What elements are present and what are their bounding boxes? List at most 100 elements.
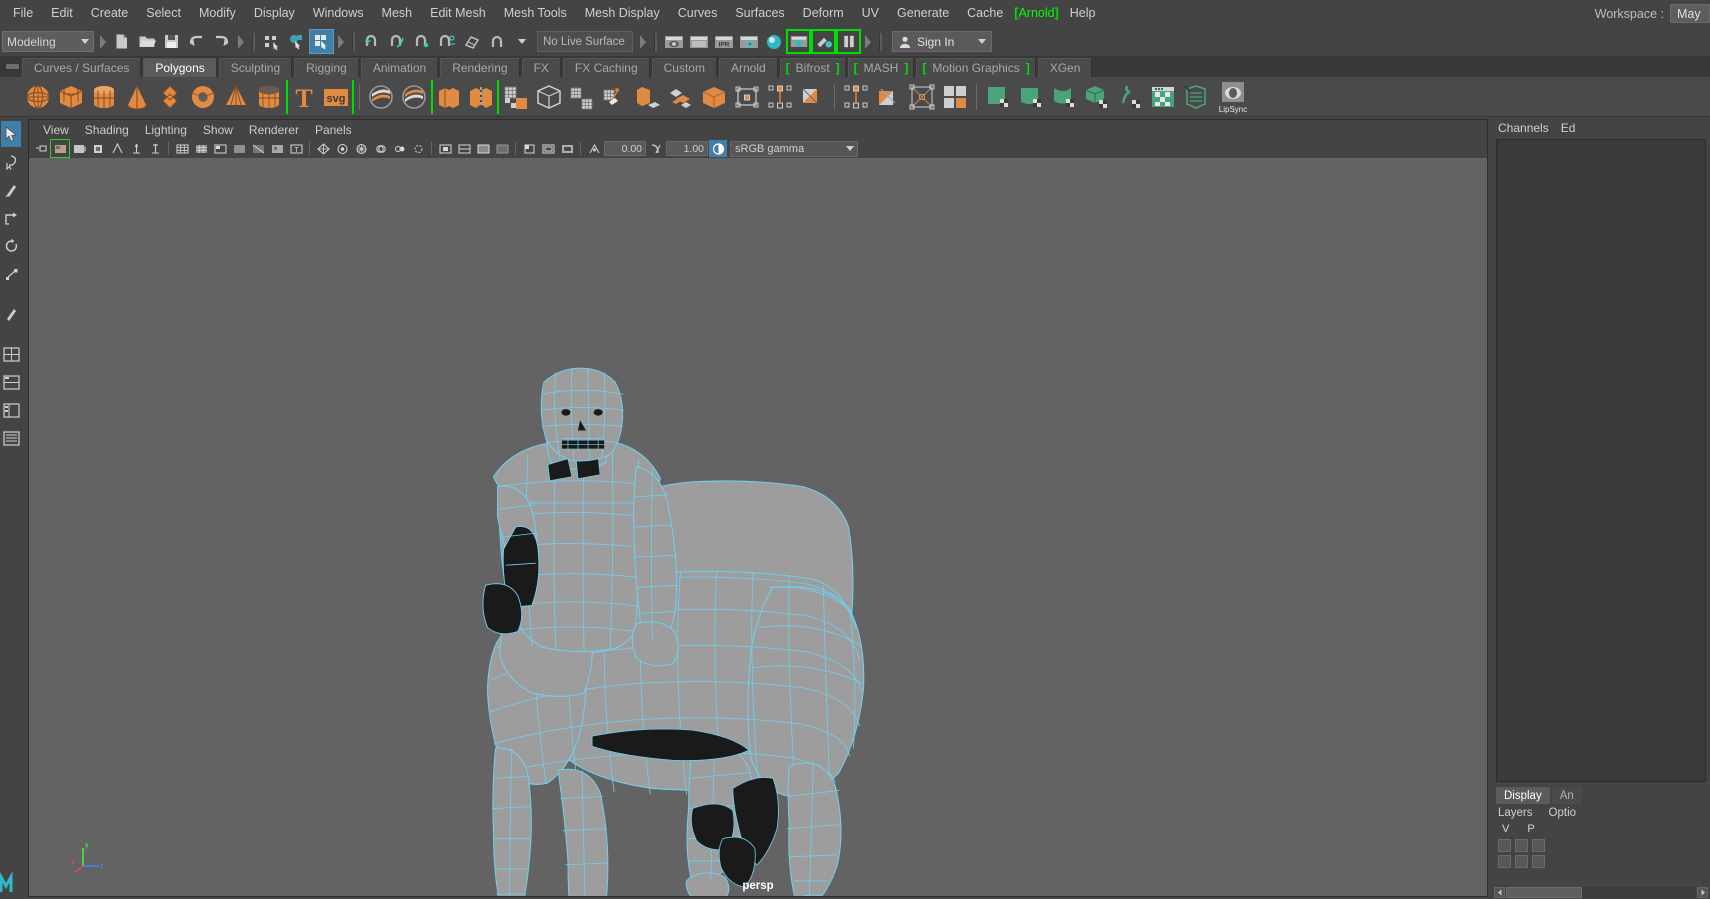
crease-icon[interactable]	[840, 80, 872, 114]
smooth-shade-all-icon[interactable]	[192, 140, 210, 157]
toolbar-collapse-arrow-5[interactable]	[861, 31, 874, 53]
lighting-icon[interactable]: T	[287, 140, 305, 157]
toolbar-collapse-arrow-2[interactable]	[234, 31, 247, 53]
redo-icon[interactable]	[209, 29, 234, 54]
viewport-menu-lighting[interactable]: Lighting	[137, 123, 195, 137]
menu-display[interactable]: Display	[245, 3, 304, 24]
menu-cache[interactable]: Cache	[958, 3, 1012, 24]
poly-svg-icon[interactable]: svg	[320, 80, 352, 114]
menu-uv[interactable]: UV	[853, 3, 888, 24]
shelf-tab-polygons[interactable]: Polygons	[143, 58, 217, 77]
menu-edit[interactable]: Edit	[42, 3, 82, 24]
poly-sphere-icon[interactable]	[22, 80, 54, 114]
tab-anim-layers[interactable]: An	[1551, 787, 1582, 804]
render-view-icon[interactable]	[661, 29, 686, 54]
new-scene-icon[interactable]	[109, 29, 134, 54]
layer-type-toggle[interactable]	[1532, 839, 1545, 852]
bevel-icon[interactable]	[665, 80, 697, 114]
shelf-tab-rendering[interactable]: Rendering	[440, 58, 520, 77]
poly-cylinder-icon[interactable]	[88, 80, 120, 114]
layer-row[interactable]	[1498, 855, 1710, 868]
uv-spherical-icon[interactable]	[1048, 80, 1080, 114]
quad-draw-icon[interactable]	[566, 80, 598, 114]
motion-blur-icon[interactable]	[352, 140, 370, 157]
snap-options-chevron-icon[interactable]	[509, 29, 534, 54]
lasso-tool-button[interactable]	[1, 149, 21, 175]
flat-shade-icon[interactable]	[230, 140, 248, 157]
menu-create[interactable]: Create	[82, 3, 138, 24]
shelf-tab-fx-caching[interactable]: FX Caching	[562, 58, 650, 77]
ipr-render-icon[interactable]: IPR	[711, 29, 736, 54]
scroll-left-arrow[interactable]	[1494, 886, 1505, 898]
gamma-field[interactable]: 1.00	[666, 141, 708, 156]
smooth-icon[interactable]	[500, 80, 532, 114]
menu-mesh-display[interactable]: Mesh Display	[576, 3, 669, 24]
viewport-menu-show[interactable]: Show	[195, 123, 241, 137]
detach-icon[interactable]	[873, 80, 905, 114]
wireframe-icon[interactable]	[173, 140, 191, 157]
layer-playback-toggle[interactable]	[1515, 839, 1528, 852]
menu-generate[interactable]: Generate	[888, 3, 958, 24]
poly-cube-icon[interactable]	[55, 80, 87, 114]
xray-shaded-icon[interactable]	[474, 140, 492, 157]
view-cube-icon[interactable]	[520, 140, 538, 157]
channel-box-content[interactable]	[1496, 139, 1706, 782]
multi-cut-tool-icon[interactable]	[906, 80, 938, 114]
menu-file[interactable]: File	[4, 3, 42, 24]
smooth-wire-icon[interactable]	[493, 140, 511, 157]
layer-horizontal-scrollbar[interactable]	[1492, 885, 1710, 899]
uv-cylindrical-icon[interactable]	[1015, 80, 1047, 114]
exposure-field[interactable]: 0.00	[604, 141, 646, 156]
tab-channels[interactable]: Channels	[1498, 121, 1549, 135]
open-scene-icon[interactable]	[134, 29, 159, 54]
boolean-union-icon[interactable]	[365, 80, 397, 114]
texture-icon[interactable]	[268, 140, 286, 157]
resolution-gate-icon[interactable]	[146, 140, 164, 157]
move-tool-button[interactable]	[1, 205, 21, 231]
select-tool-button[interactable]	[1, 121, 21, 147]
snap-point-icon[interactable]	[409, 29, 434, 54]
viewport-menu-renderer[interactable]: Renderer	[241, 123, 307, 137]
grid-toggle-icon[interactable]	[108, 140, 126, 157]
layout-persp-graph-icon[interactable]	[1, 397, 21, 423]
menu-select[interactable]: Select	[137, 3, 190, 24]
options-menu[interactable]: Optio	[1549, 807, 1577, 819]
film-gate-icon[interactable]	[127, 140, 145, 157]
uv-contour-stretch-icon[interactable]	[1114, 80, 1146, 114]
two-d-pan-zoom-icon[interactable]	[89, 140, 107, 157]
layer-visibility-toggle[interactable]	[1498, 839, 1511, 852]
snap-projected-center-icon[interactable]	[434, 29, 459, 54]
menu-windows[interactable]: Windows	[304, 3, 373, 24]
menuset-combo[interactable]: Modeling	[2, 31, 94, 52]
separate-icon[interactable]	[465, 80, 497, 114]
poly-cone-icon[interactable]	[121, 80, 153, 114]
menu-deform[interactable]: Deform	[794, 3, 853, 24]
layer-playback-toggle[interactable]	[1515, 855, 1528, 868]
scroll-thumb[interactable]	[1506, 886, 1582, 898]
shelf-tab-custom[interactable]: Custom	[651, 58, 717, 77]
xray-active-components-icon[interactable]	[409, 140, 427, 157]
uv-set-editor-icon[interactable]	[1180, 80, 1212, 114]
tab-display-layers[interactable]: Display	[1496, 787, 1550, 804]
shelf-tab-arnold[interactable]: Arnold	[718, 58, 778, 77]
layers-menu[interactable]: Layers	[1498, 807, 1533, 819]
uv-automatic-icon[interactable]	[1081, 80, 1113, 114]
tab-editor[interactable]: Ed	[1561, 121, 1576, 135]
workspace-combo[interactable]: May	[1670, 4, 1710, 23]
scroll-track[interactable]	[1506, 886, 1696, 898]
bridge-icon[interactable]	[698, 80, 730, 114]
toolbar-collapse-arrow-4[interactable]	[636, 31, 649, 53]
render-current-frame-icon[interactable]	[686, 29, 711, 54]
menu-mesh[interactable]: Mesh	[373, 3, 422, 24]
boolean-difference-icon[interactable]	[398, 80, 430, 114]
shelf-tab-mash[interactable]: [ MASH ]	[847, 58, 915, 77]
bookmarks-icon[interactable]	[50, 139, 70, 158]
shelf-menu-grip[interactable]	[2, 56, 22, 77]
poly-pipe-icon[interactable]	[253, 80, 285, 114]
snap-grid-icon[interactable]	[359, 29, 384, 54]
poly-pyramid-icon[interactable]	[220, 80, 252, 114]
shelf-tab-bifrost[interactable]: [ Bifrost ]	[779, 58, 846, 77]
select-component-icon[interactable]	[309, 29, 334, 54]
menu-arnold[interactable]: [Arnold]	[1012, 4, 1060, 23]
scroll-right-arrow[interactable]	[1697, 886, 1708, 898]
